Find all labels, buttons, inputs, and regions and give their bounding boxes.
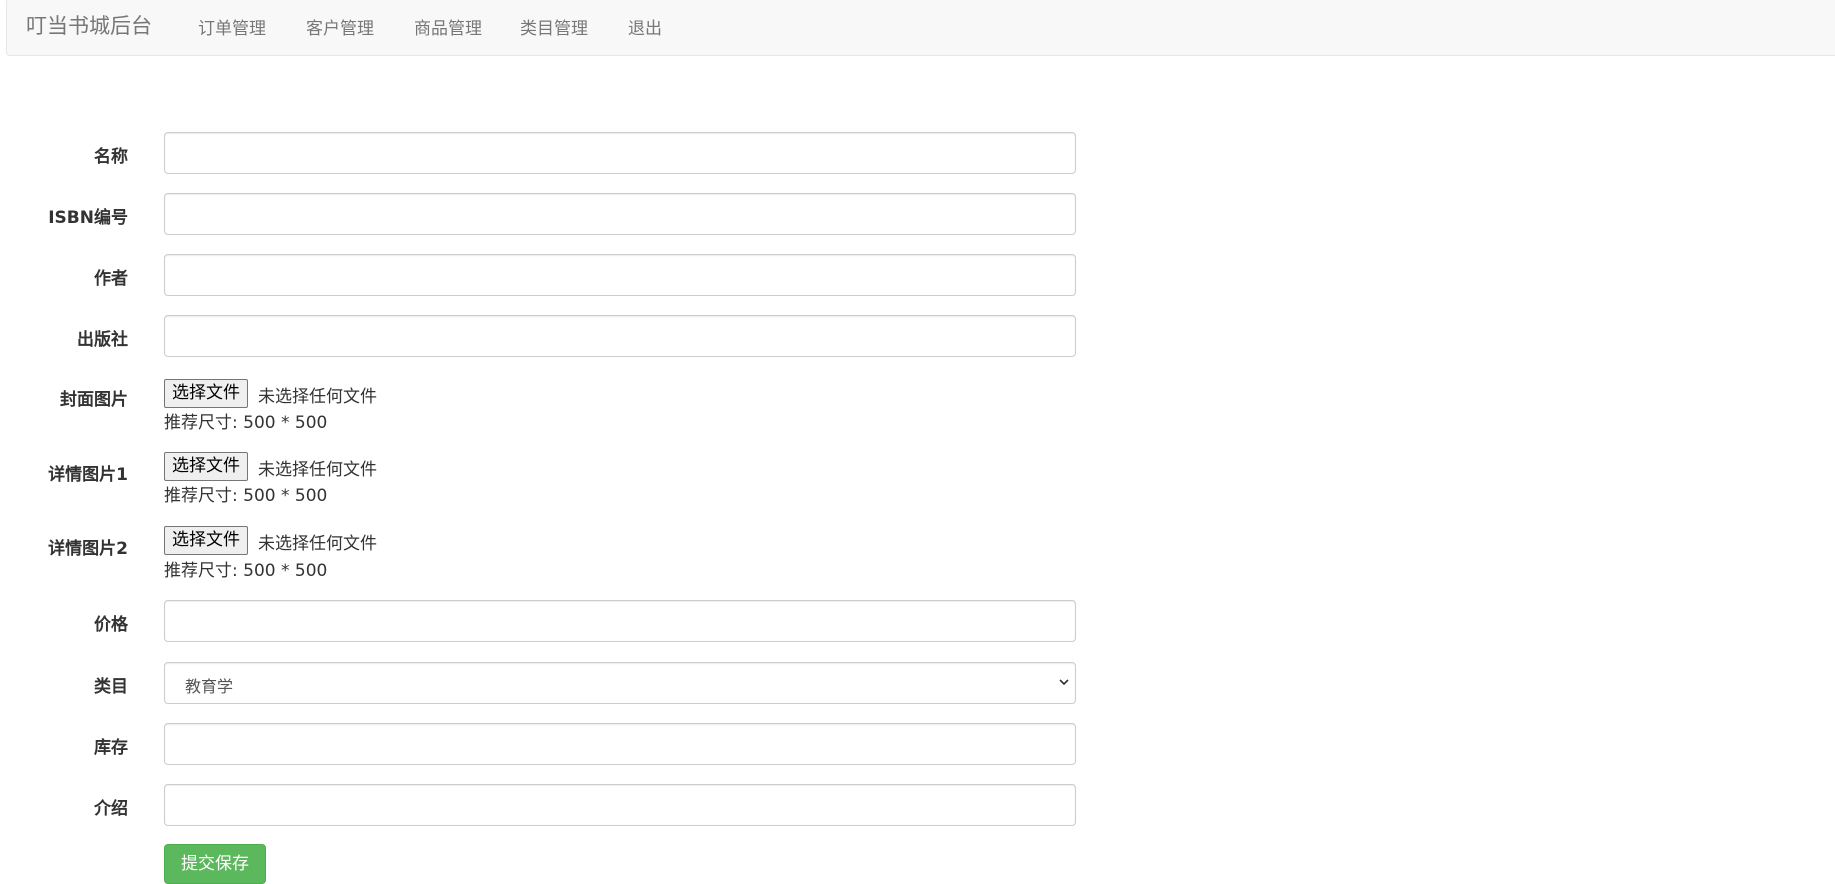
isbn-input[interactable] xyxy=(164,193,1076,235)
category-label: 类目 xyxy=(94,677,128,697)
intro-label: 介绍 xyxy=(94,799,128,819)
name-input[interactable] xyxy=(164,132,1076,174)
category-selected-value: 教育学 xyxy=(185,677,234,696)
publisher-input[interactable] xyxy=(164,315,1076,357)
cover-size-hint: 推荐尺寸: 500 * 500 xyxy=(164,413,328,433)
author-input[interactable] xyxy=(164,254,1076,296)
detail-1-file-status: 未选择任何文件 xyxy=(258,460,377,480)
detail-image-1-label: 详情图片1 xyxy=(48,465,128,485)
top-navbar: 叮当书城后台 订单管理 客户管理 商品管理 类目管理 退出 xyxy=(6,0,1835,56)
publisher-label: 出版社 xyxy=(77,330,128,350)
stock-label: 库存 xyxy=(94,738,128,758)
cover-file-status: 未选择任何文件 xyxy=(258,387,377,407)
detail-2-size-hint: 推荐尺寸: 500 * 500 xyxy=(164,561,328,581)
stock-input[interactable] xyxy=(164,723,1076,765)
author-label: 作者 xyxy=(94,269,128,289)
nav-category-management[interactable]: 类目管理 xyxy=(520,14,588,39)
nav-logout[interactable]: 退出 xyxy=(628,14,662,39)
name-label: 名称 xyxy=(94,147,128,167)
detail-1-size-hint: 推荐尺寸: 500 * 500 xyxy=(164,486,328,506)
detail-image-2-label: 详情图片2 xyxy=(48,539,128,559)
detail-2-file-button[interactable]: 选择文件 xyxy=(164,526,248,555)
cover-image-label: 封面图片 xyxy=(60,390,128,410)
nav-product-management[interactable]: 商品管理 xyxy=(414,14,482,39)
nav-order-management[interactable]: 订单管理 xyxy=(198,14,266,39)
cover-file-button[interactable]: 选择文件 xyxy=(164,379,248,408)
intro-input[interactable] xyxy=(164,784,1076,826)
category-select[interactable]: 教育学 xyxy=(164,662,1076,704)
submit-save-button[interactable]: 提交保存 xyxy=(164,844,266,884)
brand-title[interactable]: 叮当书城后台 xyxy=(26,10,152,40)
isbn-label: ISBN编号 xyxy=(48,208,128,228)
detail-2-file-status: 未选择任何文件 xyxy=(258,534,377,554)
chevron-down-icon xyxy=(1059,679,1069,686)
nav-customer-management[interactable]: 客户管理 xyxy=(306,14,374,39)
detail-1-file-button[interactable]: 选择文件 xyxy=(164,452,248,481)
price-input[interactable] xyxy=(164,600,1076,642)
price-label: 价格 xyxy=(94,615,128,635)
